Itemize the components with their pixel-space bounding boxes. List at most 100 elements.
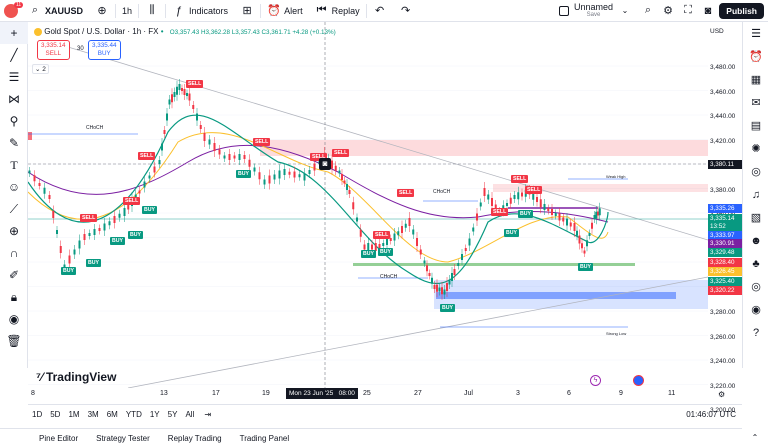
range-button[interactable]: YTD — [122, 410, 146, 419]
time-tick: 17 — [212, 390, 220, 397]
streams-button[interactable]: ◎ — [743, 160, 768, 183]
notifications-button[interactable]: ♫ — [743, 183, 768, 206]
buy-signal: BUY — [518, 210, 533, 218]
pattern-tool[interactable]: ⋈ — [0, 88, 28, 110]
interval-button[interactable]: 1h — [116, 0, 138, 22]
date-range-picker[interactable]: ⇥ — [198, 410, 217, 419]
publish-button[interactable]: Publish — [719, 3, 764, 19]
fib-icon: ☰ — [8, 70, 20, 84]
help-button[interactable]: ? — [743, 321, 768, 344]
chart-type-button[interactable]: ⫼ — [139, 0, 165, 22]
candles-icon: ⫼ — [149, 4, 155, 16]
calendar-button[interactable]: ▤ — [743, 114, 768, 137]
redo-button[interactable]: ↷ — [393, 0, 419, 22]
range-button[interactable]: 5Y — [164, 410, 182, 419]
ruler-tool[interactable]: ⟋ — [0, 198, 28, 220]
time-axis-settings[interactable]: ⚙ — [718, 390, 725, 399]
indicators-button[interactable]: ƒ Indicators — [166, 0, 234, 22]
bottom-tab[interactable]: Replay Trading — [159, 434, 231, 443]
pine-button[interactable]: ♣ — [743, 252, 768, 275]
flash-icon[interactable]: ϟ — [590, 375, 601, 386]
strong-low-label: Strong Low — [606, 331, 627, 336]
quick-search-button[interactable]: ⌕ — [638, 0, 658, 22]
camera-marker[interactable]: ◙ — [319, 158, 331, 170]
remove-tool[interactable]: 🗑︎ — [0, 330, 28, 352]
tradingview-app: 11 ⌕ XAUUSD ⊕ 1h ⫼ ƒ Indicators ⊞ ⏰ Aler… — [0, 0, 768, 448]
range-button[interactable]: 1D — [28, 410, 46, 419]
panel-collapse-button[interactable]: ⌃ — [742, 428, 768, 448]
buy-price: 3,335.44 — [92, 42, 117, 49]
fib-tool[interactable]: ☰ — [0, 66, 28, 88]
range-button[interactable]: 1M — [64, 410, 83, 419]
currency-label: USD — [710, 28, 724, 35]
sell-signal: SELL — [253, 138, 271, 146]
snapshot-button[interactable]: ◙ — [698, 0, 718, 22]
data-window-button[interactable]: ▦ — [743, 68, 768, 91]
hide-tool[interactable]: ◉ — [0, 308, 28, 330]
chatbot-button[interactable]: ☻ — [743, 229, 768, 252]
alerts-button[interactable]: ⏰ — [743, 45, 768, 68]
crosshair-tool[interactable]: + — [0, 22, 28, 44]
buy-button[interactable]: 3,335.44 BUY — [88, 40, 121, 60]
sell-signal: SELL — [186, 80, 204, 88]
price-label: 3,380.11 — [708, 160, 742, 169]
bottom-tab[interactable]: Strategy Tester — [87, 434, 159, 443]
search-icon: ⌕ — [644, 4, 652, 16]
bottom-tab[interactable]: Trading Panel — [231, 434, 299, 443]
sell-signal: SELL — [123, 197, 141, 205]
sell-button[interactable]: 3,335.14 SELL — [37, 40, 70, 60]
buy-signal: BUY — [504, 229, 519, 237]
undo-button[interactable]: ↶ — [367, 0, 393, 22]
range-button[interactable]: 3M — [84, 410, 103, 419]
supply-zone — [260, 140, 708, 156]
trend-line-tool[interactable]: ╱ — [0, 44, 28, 66]
price-axis[interactable]: USD 3,480.003,460.003,440.003,420.003,40… — [708, 22, 742, 414]
chart-pane[interactable]: Gold Spot / U.S. Dollar · 1h · FX • O3,3… — [27, 22, 709, 410]
fullscreen-button[interactable]: ⛶ — [678, 0, 698, 22]
buy-label: BUY — [97, 50, 111, 57]
ideas-button[interactable]: ✺ — [743, 137, 768, 160]
layout-button[interactable]: Unnamed Save ⌄ — [553, 0, 638, 22]
stay-drawing-tool[interactable]: ✐ — [0, 264, 28, 286]
pencil-lock-icon: ✐ — [8, 268, 20, 282]
magnet-tool[interactable]: ∩ — [0, 242, 28, 264]
emoji-tool[interactable]: ☺ — [0, 176, 28, 198]
replay-button[interactable]: ⏮ Replay — [309, 0, 366, 22]
range-button[interactable]: 1Y — [146, 410, 164, 419]
zone-marker — [28, 132, 32, 140]
brush-tool[interactable]: ✎ — [0, 132, 28, 154]
buy-signal: BUY — [142, 206, 157, 214]
bell-icon: ♫ — [751, 188, 761, 201]
range-button[interactable]: 5D — [46, 410, 64, 419]
symbol-search[interactable]: ⌕ XAUUSD — [22, 0, 89, 22]
text-tool[interactable]: T — [0, 154, 28, 176]
projection-tool[interactable]: ⚲ — [0, 110, 28, 132]
compare-button[interactable]: ⊕ — [89, 0, 115, 22]
bot-icon: ☻ — [750, 234, 762, 247]
time-axis[interactable]: 8 13 17 19 25 27 Jul 3 6 9 11 Mon 23 Jun '25 08:00 — [28, 388, 708, 402]
templates-button[interactable]: ⊞ — [234, 0, 260, 22]
watchlist-button[interactable]: ☰ — [743, 22, 768, 45]
alert-button[interactable]: ⏰ Alert — [261, 0, 309, 22]
chat-button[interactable]: ✉ — [743, 91, 768, 114]
news-button[interactable]: ▧ — [743, 206, 768, 229]
range-button[interactable]: 6M — [103, 410, 122, 419]
flag-icon[interactable] — [633, 375, 644, 386]
hotlist-button[interactable]: ◎ — [743, 275, 768, 298]
price-tick: 3,460.00 — [710, 88, 736, 96]
bottom-tab[interactable]: Pine Editor — [30, 434, 87, 443]
trading-button[interactable]: ◉ — [743, 298, 768, 321]
price-label: 3,325.40 — [708, 277, 742, 286]
avatar[interactable]: 11 — [0, 0, 24, 22]
tradingview-logo: ⁷⁄ TradingView — [36, 370, 116, 384]
spread-value: 30 — [77, 46, 84, 52]
buy-signal: BUY — [361, 250, 376, 258]
crosshair-icon: + — [10, 26, 18, 40]
utc-clock[interactable]: 01:46:07 UTC — [686, 410, 742, 419]
settings-button[interactable]: ⚙ — [658, 0, 678, 22]
lock-tool[interactable]: 🔒︎ — [0, 286, 28, 308]
range-button[interactable]: All — [181, 410, 198, 419]
zoom-tool[interactable]: ⊕ — [0, 220, 28, 242]
indicators-toggle[interactable]: ⌄ 2 — [32, 64, 49, 74]
fullscreen-icon: ⛶ — [684, 4, 692, 16]
